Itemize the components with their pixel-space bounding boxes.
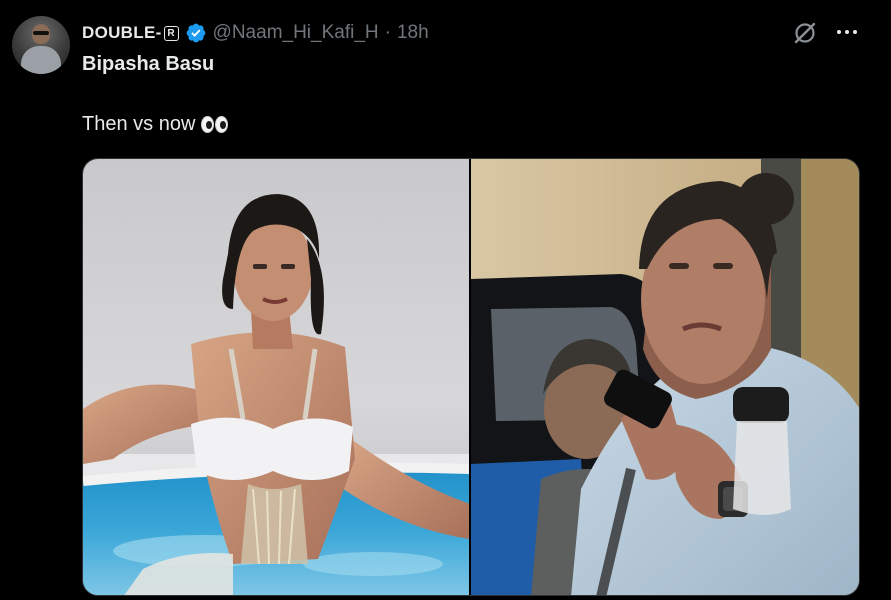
more-dot <box>853 30 857 34</box>
timestamp[interactable]: 18h <box>397 22 429 44</box>
name-badge: R <box>163 25 179 41</box>
photo-now[interactable] <box>471 159 859 595</box>
photo-then-illustration <box>83 159 469 595</box>
photo-now-illustration <box>471 159 859 595</box>
avatar-sunglasses <box>33 31 49 35</box>
tweet-text-line-2-wrap: Then vs now <box>82 113 229 136</box>
separator-dot: · <box>384 22 391 43</box>
grok-icon[interactable] <box>792 20 818 46</box>
more-dot <box>837 30 841 34</box>
eyes-emoji <box>201 116 229 133</box>
more-options-icon[interactable] <box>832 22 862 42</box>
avatar-body <box>21 46 61 74</box>
verified-badge-icon[interactable] <box>185 22 207 44</box>
eye-right <box>215 116 229 133</box>
avatar[interactable] <box>12 16 70 74</box>
tweet[interactable]: DOUBLE- R @Naam_Hi_Kafi_H · 18h Bipasha … <box>0 0 891 600</box>
tweet-text-line-1: Bipasha Basu <box>82 53 215 75</box>
tweet-text-line-2: Then vs now <box>82 113 196 135</box>
user-handle[interactable]: @Naam_Hi_Kafi_H <box>213 22 379 44</box>
display-name[interactable]: DOUBLE- <box>82 23 162 43</box>
more-dot <box>845 30 849 34</box>
eye-left <box>201 116 215 133</box>
photo-then[interactable] <box>83 159 469 595</box>
media-grid <box>82 158 860 596</box>
tweet-header: DOUBLE- R @Naam_Hi_Kafi_H · 18h <box>82 20 429 46</box>
